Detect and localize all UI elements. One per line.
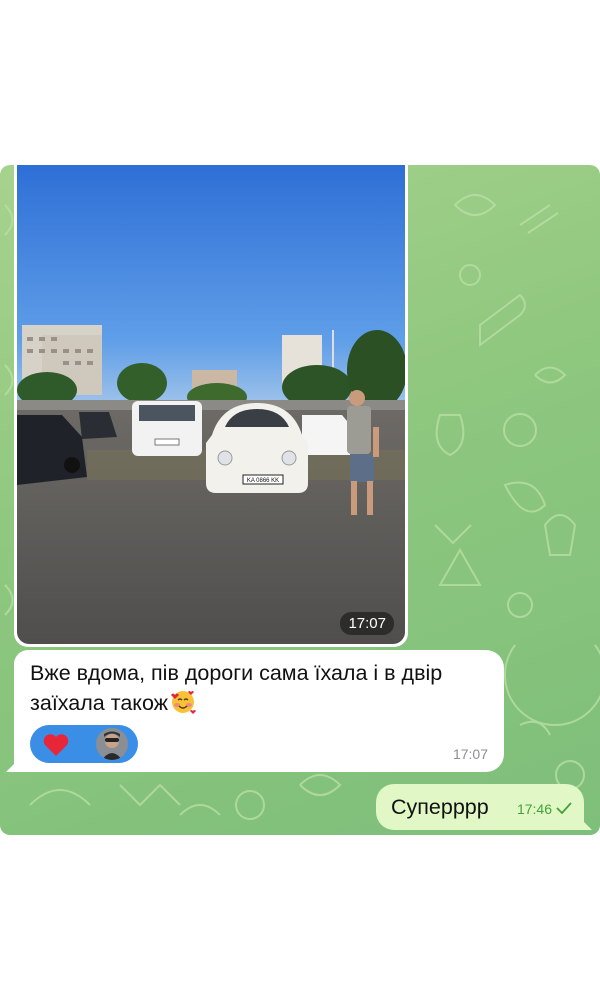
bubble-tail	[578, 816, 592, 830]
photo-parking-lot[interactable]: KA 0866 KK	[17, 165, 405, 644]
photo-timestamp: 17:07	[340, 612, 394, 635]
user-avatar-icon	[96, 728, 128, 760]
outgoing-message-timestamp: 17:46	[516, 801, 552, 817]
incoming-message-timestamp: 17:07	[452, 746, 488, 762]
incoming-message-text: Вже вдома, пів дороги сама їхала і в дві…	[30, 661, 443, 715]
chat-area[interactable]: KA 0866 KK 17:07 Вже вдома, пів дороги с…	[0, 165, 600, 835]
bubble-tail	[6, 758, 20, 772]
red-heart-icon	[43, 734, 69, 756]
photo-message-bubble[interactable]: KA 0866 KK 17:07	[14, 165, 408, 647]
avatar[interactable]	[96, 728, 128, 760]
smiling-face-with-hearts-icon	[171, 691, 197, 714]
incoming-message-bubble[interactable]: Вже вдома, пів дороги сама їхала і в дві…	[6, 650, 504, 772]
outgoing-message-bubble[interactable]: Суперррр 17:46	[376, 784, 592, 830]
license-plate: KA 0866 KK	[247, 478, 279, 484]
outgoing-message-text: Суперррр	[391, 795, 489, 819]
checkmark-icon	[556, 802, 572, 814]
reaction-badge[interactable]	[30, 725, 138, 763]
